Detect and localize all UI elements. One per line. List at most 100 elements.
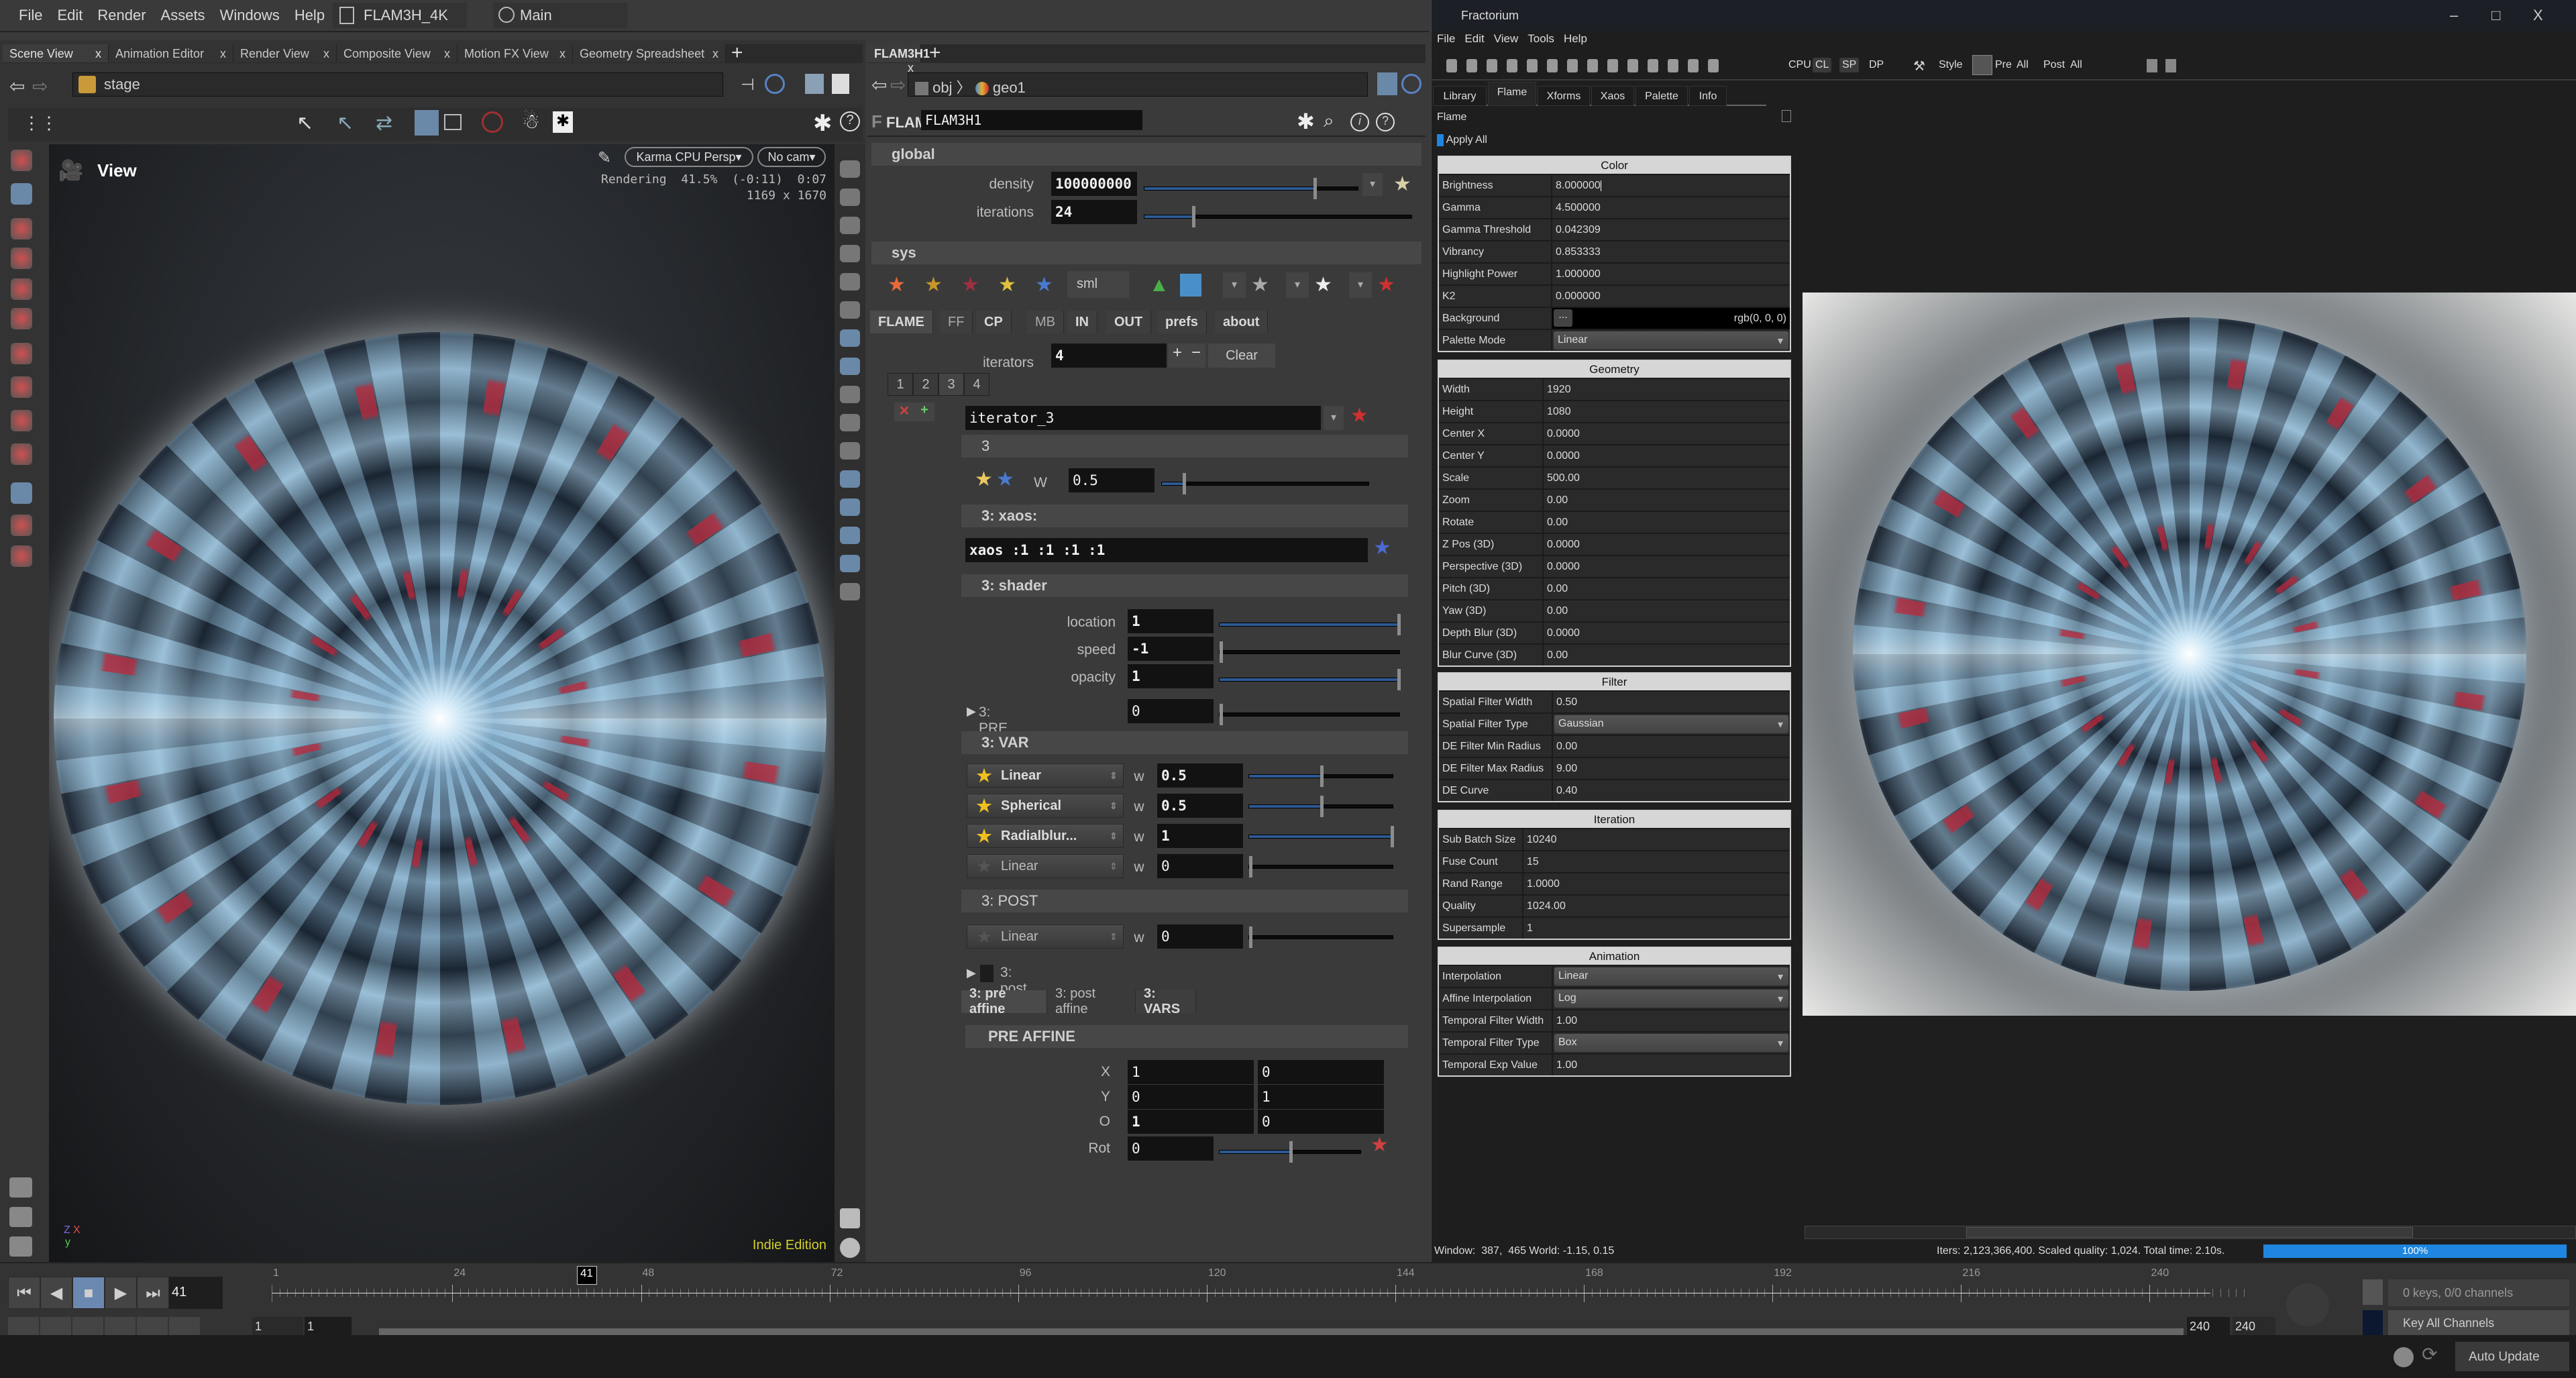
render-settings-icon[interactable]: ✱ — [553, 111, 573, 133]
iterator-tab-4[interactable]: 4 — [964, 373, 989, 396]
step-back-button[interactable]: ◀ — [40, 1277, 72, 1309]
tab-motion-fx-view[interactable]: Motion FX View x — [458, 44, 573, 62]
frame-field[interactable]: 41 — [169, 1277, 223, 1309]
density-slider[interactable] — [1144, 178, 1358, 199]
menu-edit[interactable]: Edit — [57, 7, 83, 24]
tab-flame[interactable]: FLAME — [870, 311, 933, 333]
render-preview[interactable] — [1803, 293, 2576, 1016]
realtime-toggle-icon[interactable] — [8, 1317, 39, 1336]
iterator-star-icon[interactable]: ★ — [1350, 406, 1368, 426]
iterator-name-field[interactable]: iterator_3 — [965, 406, 1321, 430]
cube-icon[interactable] — [805, 74, 824, 94]
slider-handle[interactable] — [1182, 473, 1186, 494]
menu-help[interactable]: Help — [294, 7, 325, 24]
save-xml-icon[interactable] — [1507, 59, 1517, 72]
value-field[interactable]: 0.50 — [1553, 692, 1790, 712]
open-icon[interactable] — [1466, 59, 1477, 72]
display-options-icon[interactable]: ⋮⋮ — [23, 113, 58, 134]
close-icon[interactable]: x — [323, 47, 329, 61]
path-obj[interactable]: obj — [932, 79, 952, 96]
close-button[interactable]: X — [2533, 7, 2543, 24]
xf-viz-icon[interactable]: ★ — [1251, 275, 1269, 295]
visibility-icon[interactable] — [840, 273, 860, 290]
flipbook-icon[interactable] — [9, 1177, 32, 1198]
star-icon[interactable]: ★ — [1393, 174, 1411, 195]
background-color-field[interactable]: ... rgb(0, 0, 0) — [1552, 308, 1790, 329]
menu-tools[interactable]: Tools — [1527, 32, 1554, 46]
affine-Y-x-field[interactable]: 0 — [1128, 1085, 1254, 1109]
affine-Y-y-field[interactable]: 1 — [1258, 1085, 1384, 1109]
toolbar-style-button[interactable]: Style — [1936, 58, 1966, 72]
transform-icon[interactable]: ⇄ — [376, 111, 392, 135]
back-arrow-icon[interactable]: ⇦ — [9, 75, 25, 97]
post-affine-checkbox[interactable] — [980, 965, 994, 982]
toolbar-all-button[interactable]: All — [2014, 58, 2031, 72]
checkbox-checked[interactable] — [1437, 134, 1444, 146]
post-var-weight-field[interactable]: 0 — [1157, 924, 1243, 949]
affine-X-x-field[interactable]: 1 — [1128, 1060, 1254, 1084]
tab-mb[interactable]: MB — [1027, 311, 1064, 333]
var-2-weight-slider[interactable] — [1248, 796, 1393, 817]
tab-xaos[interactable]: Xaos — [1591, 86, 1634, 106]
value-field[interactable]: 0.0000 — [1544, 534, 1790, 555]
spinner-icon[interactable]: ⇕ — [1110, 770, 1123, 782]
gear-icon[interactable]: ✱ — [813, 110, 833, 137]
add-iterator-button[interactable]: + — [1168, 343, 1187, 368]
density-field[interactable]: 100000000 — [1051, 172, 1137, 196]
var-3-weight-field[interactable]: 1 — [1157, 824, 1243, 848]
horizontal-scrollbar[interactable] — [1805, 1226, 2576, 1239]
camera-icon[interactable] — [840, 386, 860, 403]
preset-size-menu[interactable]: sml — [1067, 271, 1129, 298]
close-icon[interactable]: x — [444, 47, 450, 61]
toolbar-post-button[interactable]: Post — [2041, 58, 2068, 72]
image-icon[interactable] — [1972, 55, 1992, 75]
var-2-type-menu[interactable]: ★ Spherical ⇕ — [967, 794, 1124, 818]
plane-icon[interactable] — [840, 555, 860, 572]
menu-help[interactable]: Help — [1564, 32, 1587, 46]
value-field[interactable]: 1.000000 — [1552, 264, 1790, 284]
key-icon[interactable] — [2286, 1283, 2329, 1326]
eraser-icon[interactable] — [2165, 59, 2176, 72]
tab-ff[interactable]: FF — [940, 311, 973, 333]
menu-windows[interactable]: Windows — [220, 7, 280, 24]
slider-handle[interactable] — [1320, 765, 1324, 787]
circle-icon[interactable] — [1668, 59, 1678, 72]
affine-tab-1[interactable]: 3: pre affine — [961, 986, 1047, 1016]
stop-button[interactable]: ■ — [72, 1277, 105, 1309]
path-field[interactable]: stage — [72, 72, 723, 97]
lock-icon[interactable] — [840, 217, 860, 234]
key-all-channels-menu[interactable]: Key All Channels — [2388, 1310, 2569, 1336]
teapot-icon[interactable] — [11, 545, 32, 567]
var-2-weight-field[interactable]: 0.5 — [1157, 794, 1243, 818]
play-button[interactable]: ▶ — [105, 1277, 137, 1309]
flam3h-blue-icon[interactable]: ★ — [1035, 275, 1053, 295]
rot-field[interactable]: 0 — [1128, 1136, 1214, 1161]
range-end-field[interactable]: 240 — [2187, 1317, 2230, 1336]
grid-icon[interactable] — [840, 160, 860, 178]
settings-icon[interactable] — [1688, 59, 1699, 72]
value-field[interactable]: 0.00 — [1553, 736, 1790, 757]
scrollbar-thumb[interactable] — [1966, 1227, 2413, 1238]
slider-handle[interactable] — [1397, 614, 1401, 635]
toolbar-cpu-button[interactable]: CPU — [1786, 58, 1814, 72]
menu-assets[interactable]: Assets — [161, 7, 205, 24]
help-icon[interactable]: ? — [840, 111, 860, 131]
value-field[interactable]: 10240 — [1523, 829, 1790, 850]
path-stage[interactable]: stage — [104, 76, 140, 93]
camera-menu[interactable]: No cam▾ — [757, 147, 826, 167]
forward-arrow-icon[interactable]: ⇨ — [32, 75, 48, 97]
pre-weight-slider[interactable] — [1219, 704, 1400, 725]
magnet-icon[interactable] — [11, 443, 32, 465]
menu-edit[interactable]: Edit — [1464, 32, 1484, 46]
delete-iterator-icon[interactable]: ✕ — [894, 403, 914, 421]
value-field[interactable]: 9.00 — [1553, 758, 1790, 779]
close-icon[interactable]: x — [220, 47, 226, 61]
new-icon[interactable] — [1446, 59, 1457, 72]
link-icon[interactable] — [1401, 74, 1421, 94]
shader-location-slider[interactable] — [1219, 614, 1401, 635]
tools-icon[interactable] — [9, 1207, 32, 1227]
value-dropdown[interactable]: Log ▾ — [1554, 990, 1788, 1008]
magnet-snap-icon[interactable] — [11, 343, 32, 364]
help-icon[interactable]: ? — [1376, 113, 1395, 131]
tab-flam3h1[interactable]: FLAM3H1 x — [867, 44, 930, 74]
